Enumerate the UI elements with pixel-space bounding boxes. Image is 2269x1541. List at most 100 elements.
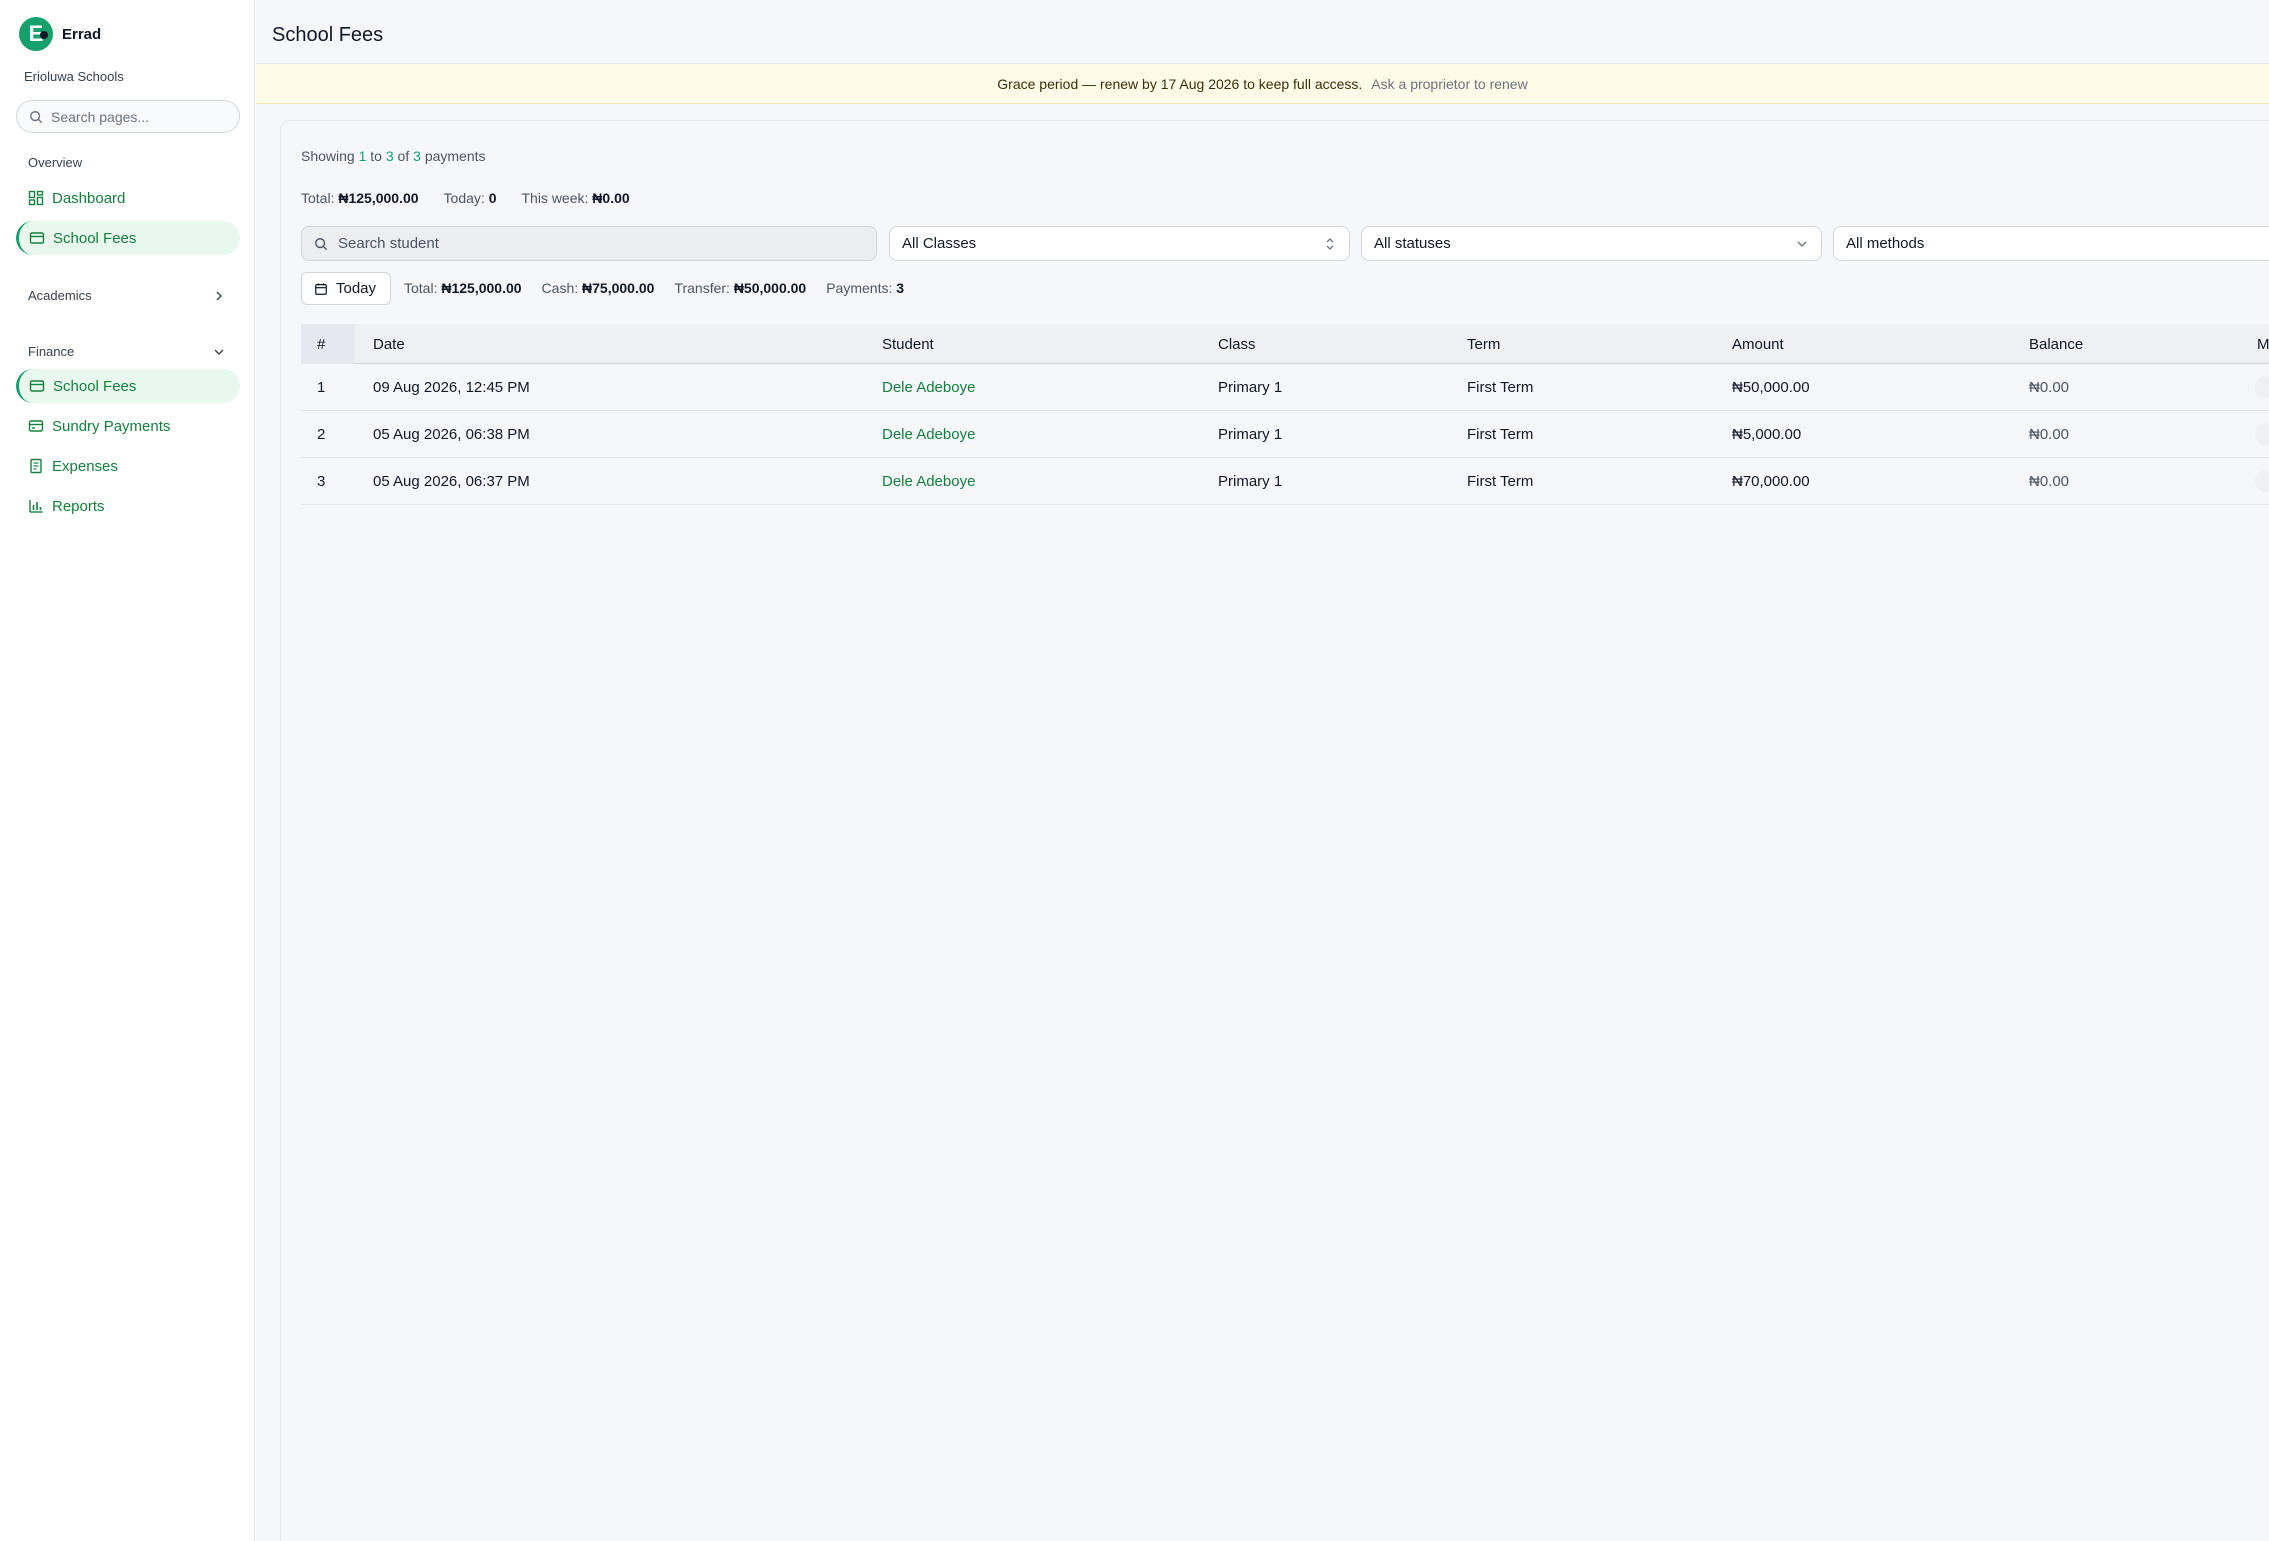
- table-row[interactable]: 2 05 Aug 2026, 06:38 PM Dele Adeboye Pri…: [301, 411, 2269, 458]
- chevron-right-icon[interactable]: [212, 289, 226, 303]
- sidebar-item-label: School Fees: [53, 377, 137, 395]
- cell-amount: ₦70,000.00: [1732, 473, 1810, 490]
- stat-total: Total: ₦125,000.00: [301, 190, 419, 206]
- sidebar-item-label: Sundry Payments: [52, 417, 171, 435]
- search-icon: [315, 237, 328, 250]
- topbar: School Fees: [256, 8, 2269, 64]
- sidebar-item-school-fees[interactable]: School Fees: [16, 369, 240, 403]
- today-button-label: Today: [336, 280, 377, 297]
- wallet-icon: [28, 420, 44, 432]
- cell-amount: ₦5,000.00: [1732, 426, 1802, 443]
- col-num: #: [317, 336, 326, 353]
- method-badge: [2255, 423, 2269, 445]
- cell-balance: ₦0.00: [2029, 473, 2070, 490]
- stat-today: Today: 0: [443, 190, 497, 206]
- cell-class: Primary 1: [1218, 426, 1283, 443]
- cell-term: First Term: [1467, 379, 1534, 396]
- bar-chart-icon: [29, 500, 43, 513]
- method-badge: [2255, 470, 2269, 492]
- sidebar-item-reports[interactable]: Reports: [16, 489, 240, 523]
- credit-card-icon: [29, 232, 45, 244]
- brand-name: Errad: [62, 25, 102, 43]
- showing-total: 3: [413, 148, 421, 164]
- cell-balance: ₦0.00: [2029, 379, 2070, 396]
- sidebar-item-label: Expenses: [52, 457, 118, 475]
- col-method[interactable]: M: [2257, 336, 2269, 353]
- today-button[interactable]: Today: [301, 272, 391, 305]
- today-total: Total: ₦125,000.00: [404, 280, 522, 296]
- pagination-summary: Showing 1 to 3 of 3 payments: [301, 148, 486, 164]
- payment-stats: Total: ₦125,000.00 Today: 0 This week: ₦…: [301, 190, 630, 206]
- sidebar-item-label: School Fees: [53, 229, 137, 247]
- page-search-input[interactable]: Search pages...: [16, 100, 240, 133]
- section-overview: Overview: [28, 155, 83, 170]
- method-select[interactable]: All methods: [1833, 226, 2269, 261]
- cell-class: Primary 1: [1218, 473, 1283, 490]
- class-select[interactable]: All Classes: [889, 226, 1350, 261]
- showing-of-word: of: [397, 148, 410, 164]
- today-transfer: Transfer: ₦50,000.00: [674, 280, 807, 296]
- table-row[interactable]: 3 05 Aug 2026, 06:37 PM Dele Adeboye Pri…: [301, 458, 2269, 505]
- col-date[interactable]: Date: [373, 336, 405, 353]
- search-icon: [30, 110, 43, 123]
- status-select[interactable]: All statuses: [1361, 226, 1822, 261]
- updown-chevron-icon: [1326, 238, 1334, 250]
- cell-num: 3: [317, 473, 326, 490]
- sidebar-item-expenses[interactable]: Expenses: [16, 449, 240, 483]
- section-finance-label: Finance: [28, 344, 75, 359]
- sidebar-item-school-fees-overview[interactable]: School Fees: [16, 221, 240, 255]
- cell-num: 2: [317, 426, 326, 443]
- class-select-value: All Classes: [902, 235, 977, 252]
- page-search-placeholder: Search pages...: [51, 108, 150, 125]
- sidebar-item-label: Reports: [52, 497, 105, 515]
- credit-card-icon: [29, 380, 45, 392]
- cell-balance: ₦0.00: [2029, 426, 2070, 443]
- col-class[interactable]: Class: [1218, 336, 1256, 353]
- chevron-down-icon: [1797, 241, 1807, 247]
- renew-link[interactable]: Ask a proprietor to renew: [1371, 76, 1527, 92]
- showing-suffix: payments: [424, 148, 486, 164]
- showing-to-word: to: [370, 148, 382, 164]
- cell-date: 09 Aug 2026, 12:45 PM: [373, 379, 530, 396]
- col-student[interactable]: Student: [882, 336, 934, 353]
- cell-term: First Term: [1467, 473, 1534, 490]
- showing-from: 1: [358, 148, 367, 164]
- student-link[interactable]: Dele Adeboye: [882, 426, 975, 443]
- col-balance[interactable]: Balance: [2029, 336, 2083, 353]
- col-term[interactable]: Term: [1467, 336, 1500, 353]
- receipt-icon: [30, 458, 42, 474]
- sidebar-item-dashboard[interactable]: Dashboard: [16, 181, 240, 215]
- sidebar-item-sundry-payments[interactable]: Sundry Payments: [16, 409, 240, 443]
- brand-logo: E: [19, 17, 53, 51]
- page-title: School Fees: [272, 24, 384, 46]
- showing-label: Showing: [301, 148, 355, 164]
- section-academics-label: Academics: [28, 288, 92, 303]
- chevron-down-icon[interactable]: [212, 345, 226, 359]
- stat-week: This week: ₦0.00: [521, 190, 630, 206]
- sidebar: E Errad Erioluwa Schools Search pages...…: [0, 0, 255, 1541]
- dashboard-icon: [28, 190, 44, 206]
- showing-to: 3: [385, 148, 394, 164]
- student-link[interactable]: Dele Adeboye: [882, 379, 975, 396]
- method-badge: [2255, 376, 2269, 398]
- today-stats: Total: ₦125,000.00 Cash: ₦75,000.00 Tran…: [404, 280, 904, 296]
- student-search-input[interactable]: Search student: [301, 226, 877, 261]
- banner-message: Grace period — renew by 17 Aug 2026 to k…: [997, 75, 1363, 92]
- today-payments: Payments: 3: [826, 280, 905, 296]
- calendar-icon: [315, 282, 327, 295]
- cell-class: Primary 1: [1218, 379, 1283, 396]
- table-row[interactable]: 1 09 Aug 2026, 12:45 PM Dele Adeboye Pri…: [301, 364, 2269, 411]
- section-finance[interactable]: Finance: [28, 344, 74, 359]
- method-select-value: All methods: [1846, 235, 1925, 252]
- school-name: Erioluwa Schools: [24, 69, 124, 84]
- sidebar-item-label: Dashboard: [52, 189, 126, 207]
- payments-table: # Date Student Class Term Amount Balance…: [301, 324, 2269, 505]
- brand[interactable]: E Errad: [19, 17, 101, 51]
- col-amount[interactable]: Amount: [1732, 336, 1784, 353]
- grace-period-banner: Grace period — renew by 17 Aug 2026 to k…: [256, 64, 2269, 104]
- student-link[interactable]: Dele Adeboye: [882, 473, 975, 490]
- student-search-placeholder: Search student: [338, 235, 439, 252]
- cell-date: 05 Aug 2026, 06:38 PM: [373, 426, 530, 443]
- cell-date: 05 Aug 2026, 06:37 PM: [373, 473, 530, 490]
- cell-amount: ₦50,000.00: [1732, 379, 1810, 396]
